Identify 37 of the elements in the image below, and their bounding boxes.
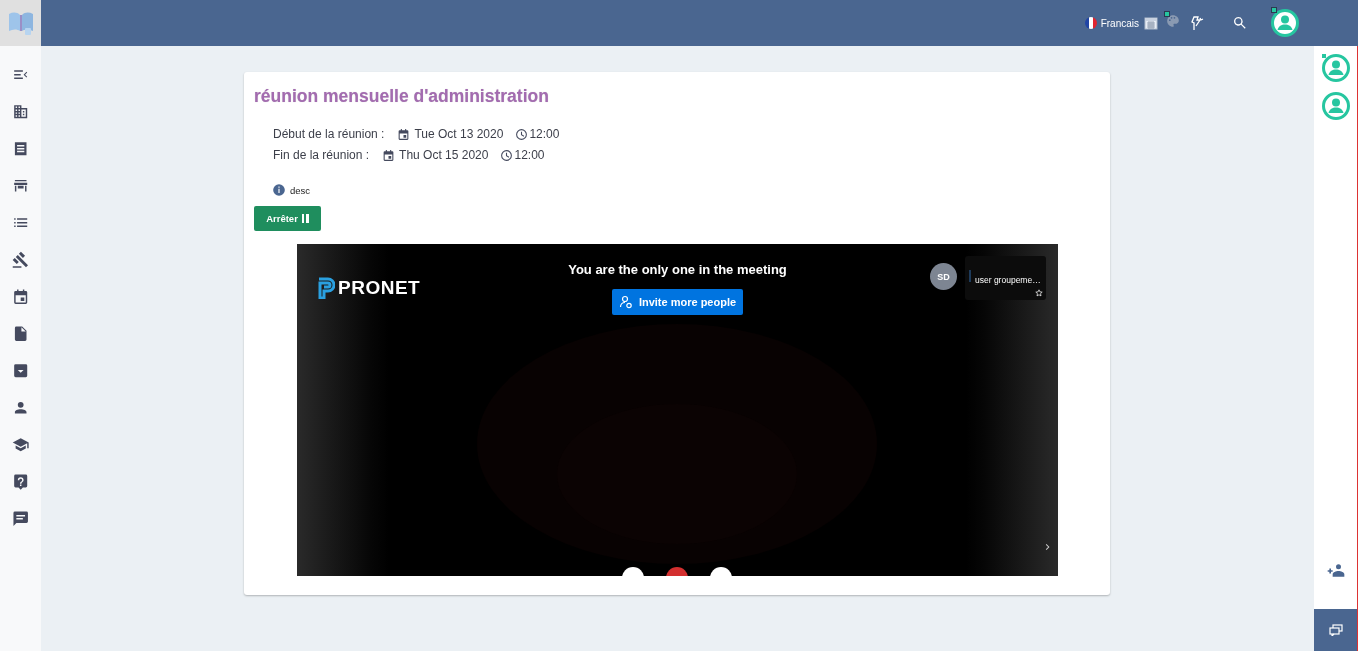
invite-button[interactable]: Invite more people [612, 289, 743, 315]
chat-windows-icon[interactable] [1328, 624, 1343, 636]
palette-icon[interactable] [1166, 14, 1180, 28]
participant-tile[interactable]: user groupeme… [965, 256, 1046, 300]
invite-person-icon [618, 295, 633, 309]
schedule-label: Fin de la réunion : [273, 148, 370, 162]
calendar-icon[interactable] [1144, 16, 1158, 30]
help-icon[interactable] [11, 472, 30, 491]
calendar-icon [382, 148, 396, 162]
star-icon[interactable] [1035, 289, 1043, 297]
meeting-title: réunion mensuelle d'administration [254, 86, 550, 107]
participant-name: user groupeme… [975, 275, 1041, 285]
brand-logo-icon [317, 277, 335, 299]
calendar-icon[interactable] [11, 287, 30, 306]
meeting-message: You are the only one in the meeting [568, 262, 787, 277]
schedule-date: Thu Oct 15 2020 [399, 148, 489, 162]
chat-icon[interactable] [11, 509, 30, 528]
schedule-date: Tue Oct 13 2020 [414, 127, 504, 141]
building-icon[interactable] [11, 103, 30, 121]
stop-button[interactable]: Arrêter [254, 206, 321, 231]
info-icon [272, 183, 286, 197]
schedule-time: 12:00 [529, 127, 560, 141]
search-icon[interactable] [1232, 15, 1248, 31]
graduation-cap-icon[interactable] [11, 435, 30, 454]
clock-icon [515, 127, 529, 141]
flash-icon[interactable] [1190, 15, 1204, 31]
clock-icon [500, 148, 514, 162]
calendar-icon [397, 127, 411, 141]
inbox-icon[interactable] [11, 361, 30, 380]
meeting-description: desc [290, 184, 311, 196]
brand-name: PRONET [338, 277, 421, 299]
schedule-time: 12:00 [514, 148, 545, 162]
schedule-label: Début de la réunion : [273, 127, 385, 141]
user-avatar[interactable] [1271, 9, 1299, 37]
gavel-icon[interactable] [11, 250, 30, 269]
language-label[interactable]: Francais [1100, 17, 1139, 29]
flag-icon[interactable] [1084, 17, 1097, 29]
